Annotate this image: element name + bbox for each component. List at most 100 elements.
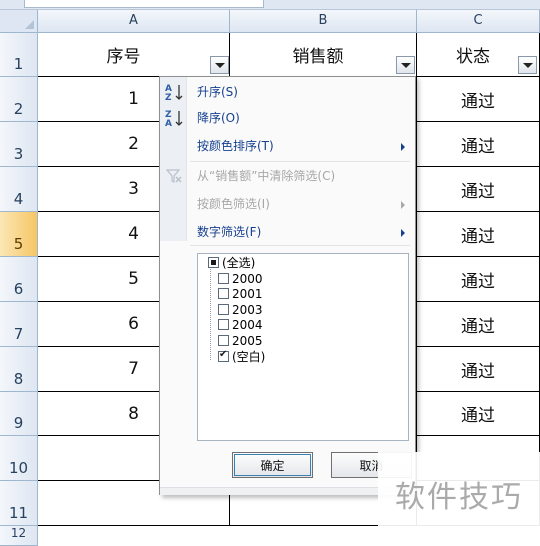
row-header[interactable]: 10 [0,436,38,481]
cell-value: 通过 [461,136,495,157]
row-header[interactable]: 7 [0,302,38,347]
submenu-arrow-icon [401,201,405,209]
filter-dropdown-button-active[interactable] [396,56,415,74]
select-all-corner[interactable] [0,10,38,33]
row-number: 1 [13,55,24,73]
list-item-select-all[interactable]: (全选) [208,255,255,270]
submenu-arrow-icon [401,229,405,237]
cell-value: 2 [128,134,139,154]
header-text: 序号 [106,47,141,67]
chevron-down-icon [400,62,411,68]
sort-descending-icon: Z A [164,108,184,129]
cell-c[interactable]: 通过 [417,122,540,167]
row-header[interactable]: 12 [0,526,38,546]
list-item-label: 2004 [232,317,263,332]
cell-c[interactable]: 通过 [417,77,540,122]
ok-button[interactable]: 确定 [232,452,313,478]
cell-c[interactable]: 通过 [417,302,540,347]
filter-dropdown-button[interactable] [210,56,229,74]
cell-value: 3 [128,179,139,199]
row-number: 12 [10,526,27,540]
watermark: 软件技巧 [378,452,540,536]
cell-value: 8 [128,403,139,424]
header-cell-sales[interactable]: 销售额 [230,33,417,77]
list-item-label: 2000 [232,271,263,286]
menu-item-sort-ascending[interactable]: 升序(S) [197,82,238,102]
list-item-label: 2003 [232,302,263,317]
svg-text:Z: Z [165,93,172,102]
checkbox[interactable] [218,273,229,284]
menu-item-sort-by-color[interactable]: 按颜色排序(T) [197,136,407,156]
checkbox[interactable] [218,319,229,330]
cell-value: 通过 [461,91,495,112]
checkbox[interactable] [218,288,229,299]
row-header[interactable]: 4 [0,167,38,212]
menu-item-number-filter[interactable]: 数字筛选(F) [197,222,261,242]
row-number: 10 [8,459,29,477]
cell-value: 通过 [461,406,495,426]
autofilter-menu: A Z 升序(S) Z A 降序(O) 按颜色排序(T) 从“销售额”中清除筛选… [159,76,416,495]
checkbox-checked[interactable] [218,349,229,362]
tree-lines [210,264,212,360]
row-number: 6 [13,280,24,298]
list-item[interactable]: 2005 [218,333,263,348]
row-header[interactable]: 8 [0,347,38,392]
cell-value: 5 [128,269,139,289]
list-item-label: 2001 [232,286,263,301]
sort-ascending-icon: A Z [164,82,184,103]
svg-text:A: A [165,119,172,128]
submenu-arrow-icon [401,143,405,151]
cell-value: 7 [128,359,139,379]
row-header[interactable]: 11 [0,481,38,526]
row-header[interactable]: 2 [0,77,38,122]
menu-separator [190,161,410,162]
row-header-selected[interactable]: 5 [0,212,38,257]
filter-value-list[interactable]: (全选) 2000 2001 2003 2004 2005 (空白) [197,253,409,441]
menu-resize-grip[interactable] [160,487,415,495]
name-box[interactable] [24,0,264,8]
chevron-down-icon [214,62,225,68]
cell-c[interactable]: 通过 [417,392,540,436]
row-number: 3 [13,145,24,163]
checkbox-partial[interactable] [208,257,219,268]
list-item[interactable]: 2000 [218,271,263,286]
cell-c[interactable]: 通过 [417,167,540,212]
menu-item-sort-descending[interactable]: 降序(O) [197,108,240,128]
column-header-c[interactable]: C [417,10,540,33]
cell-value: 4 [128,224,139,244]
menu-separator [190,245,410,246]
list-item[interactable]: 2003 [218,302,263,317]
clear-filter-icon [164,166,184,186]
cell-value: 通过 [461,361,495,382]
cell-c[interactable]: 通过 [417,212,540,257]
cell-value: 1 [128,89,139,109]
row-number: 8 [13,370,24,388]
cell-value: 通过 [461,181,495,202]
row-number: 9 [13,414,24,432]
menu-item-clear-filter[interactable]: 从“销售额”中清除筛选(C) [197,166,335,186]
list-item-blank[interactable]: (空白) [218,349,265,364]
menu-item-filter-by-color[interactable]: 按颜色筛选(I) [197,194,270,214]
row-number: 2 [13,100,24,118]
checkbox[interactable] [218,335,229,346]
row-header[interactable]: 6 [0,257,38,302]
row-number: 7 [13,325,24,343]
cell-c[interactable]: 通过 [417,257,540,302]
row-header[interactable]: 9 [0,392,38,436]
checkbox[interactable] [218,304,229,315]
list-item[interactable]: 2001 [218,286,263,301]
column-header-b[interactable]: B [230,10,417,33]
cell-value: 6 [128,314,139,334]
row-header[interactable]: 3 [0,122,38,167]
cell-c[interactable]: 通过 [417,347,540,392]
list-item[interactable]: 2004 [218,317,263,332]
cell-value: 通过 [461,226,495,247]
header-text: 销售额 [292,47,344,67]
header-cell-seq[interactable]: 序号 [38,33,230,77]
chevron-down-icon [522,62,533,68]
cell-value: 通过 [461,271,495,292]
filter-dropdown-button[interactable] [518,56,537,74]
column-header-a[interactable]: A [38,10,230,33]
cell-value: 通过 [461,316,495,337]
row-header[interactable]: 1 [0,33,38,77]
